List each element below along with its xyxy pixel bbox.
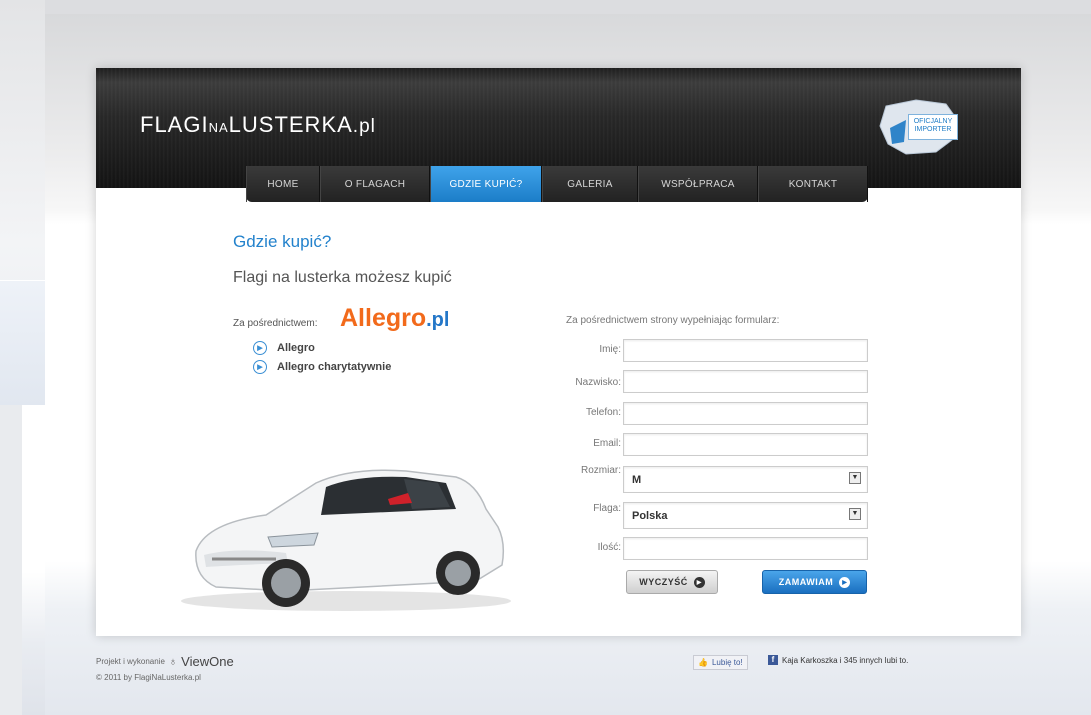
footer-credit: Projekt i wykonanie ♁ ViewOne [96,654,234,669]
page-subtitle: Flagi na lusterka możesz kupić [233,269,452,286]
background-strip [0,0,1091,14]
official-importer-badge: OFICJALNY IMPORTER [876,98,971,156]
thumbs-up-icon: 👍 [698,658,708,667]
facebook-like-button[interactable]: 👍 Lubię to! [693,655,748,670]
arrow-circle-icon: ▶ [839,576,851,588]
like-label: Lubię to! [711,658,743,667]
logo-part: .pl [352,116,376,137]
nav-item-wspolpraca[interactable]: WSPÓŁPRACA [638,166,758,202]
link-label: Allegro charytatywnie [277,361,392,373]
background-panel [0,405,22,715]
footer-copyright: © 2011 by FlagiNaLusterka.pl [96,673,201,682]
chevron-down-icon: ▼ [849,472,861,484]
email-label: Email: [593,438,621,449]
main-nav: HOME O FLAGACH GDZIE KUPIĆ? GALERIA WSPÓ… [246,166,868,202]
nav-item-home[interactable]: HOME [246,166,320,202]
badge-line: IMPORTER [914,126,952,133]
order-label: ZAMAWIAM [778,577,834,587]
first-name-input[interactable] [623,339,868,362]
flag-select[interactable]: Polska ▼ [623,502,868,529]
flag-label: Flaga: [593,503,621,514]
badge-line: OFICJALNY [913,118,953,125]
last-name-label: Nazwisko: [575,377,621,388]
size-value: M [632,474,642,486]
quantity-input[interactable] [623,537,868,560]
logo-part: NA [208,120,229,135]
page-container: FLAGINALUSTERKA.pl OFICJALNY IMPORTER HO… [96,68,1021,636]
page-title: Gdzie kupić? [233,232,332,251]
first-name-label: Imię: [599,344,621,355]
facebook-likes-text: f Kaja Karkoszka i 345 innych lubi to. [768,655,908,665]
allegro-logo[interactable]: Allegro.pl [340,304,449,333]
clear-button[interactable]: WYCZYŚĆ ▶ [626,570,718,594]
allegro-brand: Allegro [340,304,427,332]
link-label: Allegro [277,342,315,354]
last-name-input[interactable] [623,370,868,393]
nav-item-galeria[interactable]: GALERIA [542,166,638,202]
email-input[interactable] [623,433,868,456]
allegro-charity-link[interactable]: ▶ Allegro charytatywnie [253,360,391,374]
clear-label: WYCZYŚĆ [639,577,688,587]
nav-item-gdzie-kupic[interactable]: GDZIE KUPIĆ? [430,166,542,202]
form-intro: Za pośrednictwem strony wypełniając form… [566,315,780,326]
size-select[interactable]: M ▼ [623,466,868,493]
flag-value: Polska [632,510,668,522]
site-logo[interactable]: FLAGINALUSTERKA.pl [140,112,376,138]
nav-item-kontakt[interactable]: KONTAKT [758,166,868,202]
facebook-icon: f [768,655,778,665]
quantity-label: Ilość: [597,542,621,553]
phone-label: Telefon: [585,407,621,418]
allegro-intro: Za pośrednictwem: [233,318,318,329]
logo-part: LUSTERKA [228,112,353,137]
play-circle-icon: ▶ [253,341,267,355]
agency-link[interactable]: ViewOne [181,654,234,669]
viewone-logo-icon: ♁ [168,655,178,668]
credit-text: Projekt i wykonanie [96,657,165,666]
nav-item-o-flagach[interactable]: O FLAGACH [320,166,430,202]
badge-text: OFICJALNY IMPORTER [908,114,958,140]
arrow-circle-icon: ▶ [693,576,705,588]
chevron-down-icon: ▼ [849,508,861,520]
logo-part: FLAGI [140,112,209,137]
likes-count-text: Kaja Karkoszka i 345 innych lubi to. [782,655,909,665]
play-circle-icon: ▶ [253,360,267,374]
phone-input[interactable] [623,402,868,425]
order-button[interactable]: ZAMAWIAM ▶ [762,570,867,594]
background-panel [0,280,45,405]
allegro-brand-suffix: .pl [426,309,450,331]
allegro-link[interactable]: ▶ Allegro [253,341,315,355]
car-image [181,469,511,611]
size-label: Rozmiar: [580,465,621,476]
